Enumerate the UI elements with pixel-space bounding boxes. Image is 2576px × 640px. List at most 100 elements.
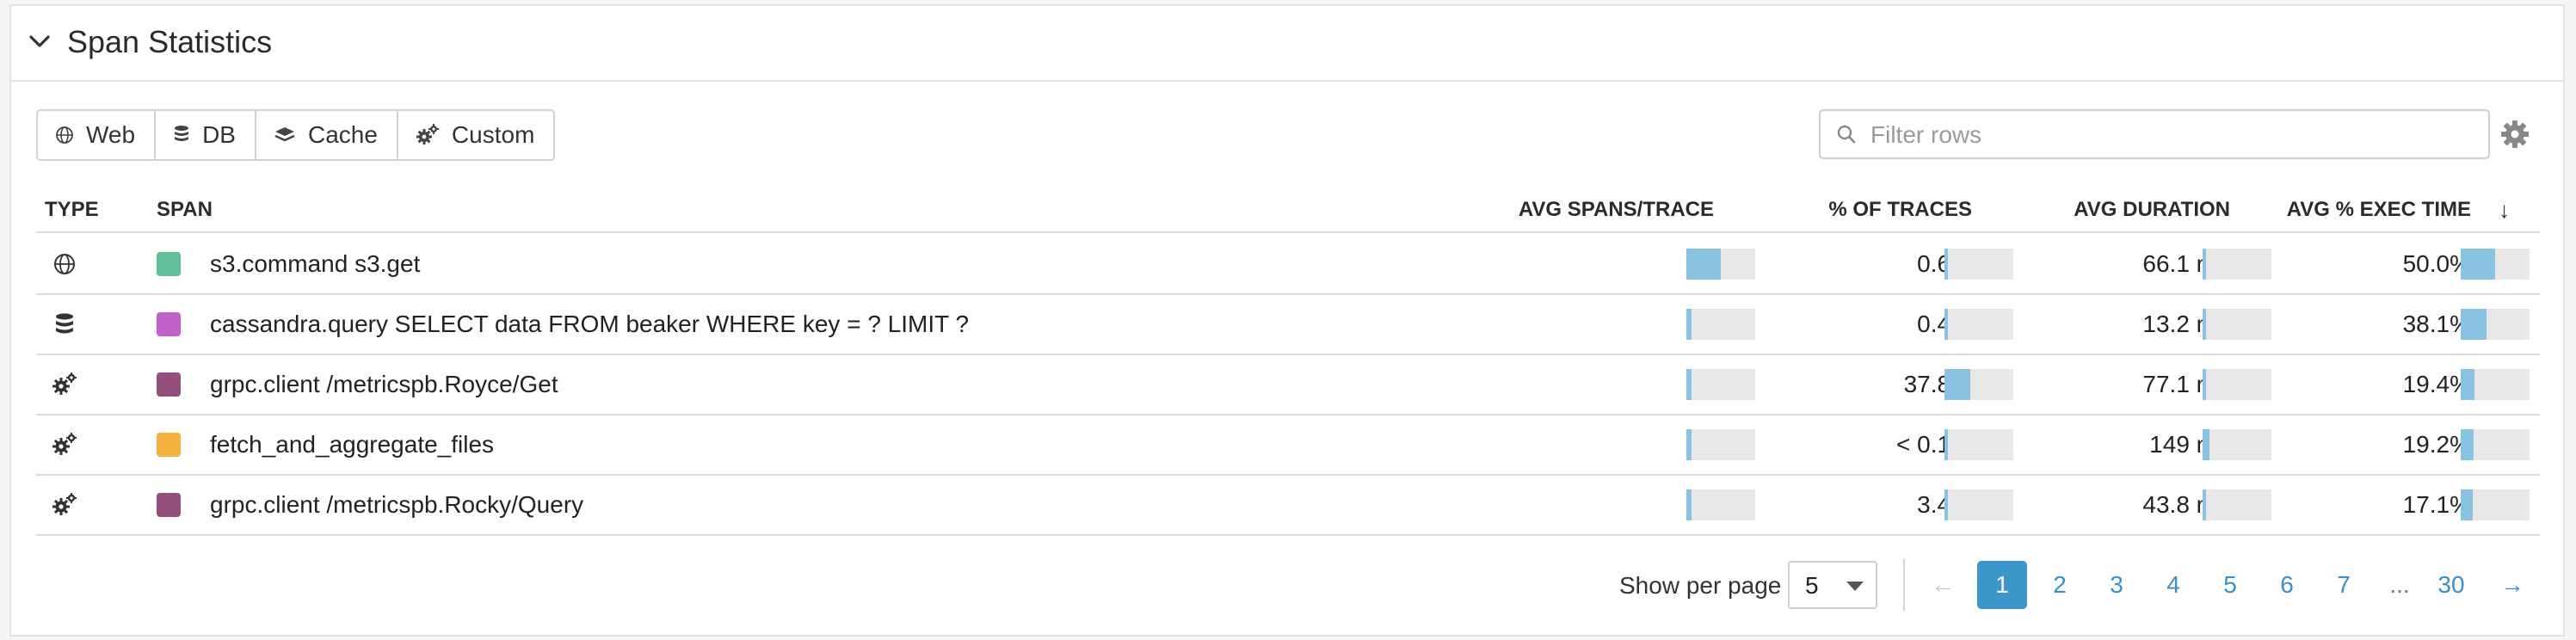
settings-gear-icon[interactable]	[2500, 120, 2530, 149]
filter-db-label: DB	[202, 121, 236, 148]
avg-exec-time-value: 17.1%	[2402, 491, 2471, 518]
pct-traces-bar-fill	[1944, 249, 1948, 280]
filter-cache-label: Cache	[307, 121, 378, 148]
globe-icon	[54, 254, 75, 274]
column-header-type: TYPE	[45, 198, 99, 221]
collapse-chevron-icon[interactable]	[28, 29, 52, 53]
avg-exec-time-bar	[2461, 309, 2530, 340]
page-6-button[interactable]: 6	[2262, 561, 2312, 609]
pct-traces-value: 0.6%	[1714, 249, 1972, 279]
avg-duration-bar-fill	[2203, 489, 2206, 520]
cogs-icon	[52, 433, 77, 455]
service-color-swatch	[157, 493, 181, 517]
database-icon	[56, 313, 73, 334]
pagination-divider	[1903, 559, 1905, 611]
sort-arrow-icon[interactable]: ↓	[2499, 197, 2510, 223]
avg-exec-time-bar-fill	[2461, 309, 2487, 340]
filter-cache-button[interactable]: Cache	[256, 111, 398, 159]
column-header-pct-traces[interactable]: % OF TRACES	[1721, 197, 1972, 223]
header-divider	[9, 80, 2565, 82]
previous-page-button[interactable]: ←	[1926, 561, 1960, 609]
page-30-button[interactable]: 30	[2426, 561, 2476, 609]
page-1-button[interactable]: 1	[1977, 561, 2027, 609]
chevron-down-icon	[1846, 582, 1864, 591]
avg-exec-time-bar	[2461, 429, 2530, 460]
filter-web-button[interactable]: Web	[38, 111, 157, 159]
panel-title: Span Statistics	[67, 24, 273, 59]
filter-custom-label: Custom	[451, 121, 535, 148]
avg-exec-time-bar	[2461, 369, 2530, 400]
avg-spans-trace-bar-fill	[1686, 369, 1692, 400]
span-type-filter: Web DB Cache Custom	[36, 109, 556, 161]
pct-traces-value: 3.4%	[1714, 490, 1972, 520]
database-icon	[175, 126, 189, 141]
page-3-button[interactable]: 3	[2092, 561, 2142, 609]
filter-db-button[interactable]: DB	[156, 111, 256, 159]
per-page-value: 5	[1805, 572, 1819, 599]
page-5-button[interactable]: 5	[2205, 561, 2255, 609]
avg-exec-time-bar-fill	[2461, 249, 2495, 280]
avg-exec-time-bar	[2461, 249, 2530, 280]
layers-icon	[274, 127, 295, 142]
span-name[interactable]: s3.command s3.get	[210, 249, 420, 279]
column-header-span[interactable]: SPAN	[157, 197, 213, 223]
table-row[interactable]: grpc.client /metricspb.Rocky/Query 13.4% 4…	[36, 476, 2540, 534]
page-7-button[interactable]: 7	[2319, 561, 2369, 609]
avg-spans-trace-bar-fill	[1686, 489, 1692, 520]
span-name[interactable]: grpc.client /metricspb.Royce/Get	[210, 370, 558, 399]
column-header-avg-duration[interactable]: AVG DURATION	[1979, 197, 2230, 223]
avg-duration-value: 149 ms	[2149, 431, 2228, 458]
avg-exec-time-bar	[2461, 489, 2530, 520]
pct-traces-value: 37.8%	[1903, 371, 1972, 397]
service-color-swatch	[157, 312, 181, 336]
table-row[interactable]: fetch_and_aggregate_files 1 < 0.1% 149 ms 19…	[36, 415, 2540, 474]
avg-duration-bar-fill	[2203, 309, 2206, 340]
filter-custom-button[interactable]: Custom	[398, 111, 553, 159]
avg-spans-trace-value: 1	[1456, 310, 1714, 339]
pct-traces-bar-fill	[1944, 489, 1948, 520]
cogs-icon	[416, 124, 439, 145]
avg-duration-bar-fill	[2203, 429, 2209, 460]
next-page-button[interactable]: →	[2495, 561, 2530, 609]
avg-spans-trace-value: 1	[1456, 490, 1714, 520]
avg-exec-time-bar-fill	[2461, 369, 2474, 400]
header-divider-line	[36, 231, 2540, 233]
column-header-avg-exec-time[interactable]: AVG % EXEC TIME	[2220, 197, 2471, 223]
table-row[interactable]: s3.command s3.get 70.6% 66.1 ms 50.0%	[36, 235, 2540, 293]
avg-spans-trace-value: 7	[1456, 249, 1714, 279]
avg-duration-value: 66.1 ms	[2142, 250, 2228, 277]
avg-duration-value: 13.2 ms	[2142, 311, 2228, 337]
avg-spans-trace-bar-fill	[1686, 429, 1692, 460]
avg-spans-trace-value: 1	[1456, 370, 1714, 399]
span-statistics-panel: Span Statistics Web DB Cache Custom Filt…	[0, 0, 2576, 640]
page-4-button[interactable]: 4	[2148, 561, 2198, 609]
avg-duration-bar-fill	[2203, 249, 2206, 280]
search-icon	[1837, 125, 1856, 144]
span-name[interactable]: cassandra.query SELECT data FROM beaker …	[210, 310, 969, 339]
per-page-label: Show per page	[1619, 572, 1782, 599]
filter-rows-box	[1819, 109, 2490, 159]
avg-exec-time-value: 50.0%	[2402, 250, 2471, 277]
avg-exec-time-value: 19.4%	[2402, 371, 2471, 397]
avg-exec-time-bar-fill	[2461, 429, 2474, 460]
column-header-avg-spans-trace[interactable]: AVG SPANS/TRACE	[1463, 197, 1714, 223]
per-page-select[interactable]: 5	[1788, 561, 1877, 609]
globe-icon	[56, 126, 73, 144]
service-color-swatch	[157, 433, 181, 457]
avg-exec-time-value: 19.2%	[2402, 431, 2471, 458]
cogs-icon	[52, 372, 77, 395]
pagination-ellipsis: ...	[2389, 571, 2410, 598]
page-2-button[interactable]: 2	[2035, 561, 2085, 609]
avg-spans-trace-value: 1	[1456, 430, 1714, 459]
pct-traces-bar-fill	[1944, 429, 1948, 460]
service-color-swatch	[157, 252, 181, 276]
span-name[interactable]: fetch_and_aggregate_files	[210, 430, 494, 459]
avg-exec-time-value: 38.1%	[2402, 311, 2471, 337]
filter-rows-input[interactable]	[1869, 118, 2474, 152]
avg-duration-value: 43.8 ms	[2142, 491, 2228, 518]
table-row[interactable]: cassandra.query SELECT data FROM beaker …	[36, 295, 2540, 354]
service-color-swatch	[157, 372, 181, 397]
span-name[interactable]: grpc.client /metricspb.Rocky/Query	[210, 490, 583, 520]
pct-traces-value: < 0.1%	[1896, 431, 1972, 458]
table-row[interactable]: grpc.client /metricspb.Royce/Get 1 37.8% 77…	[36, 355, 2540, 414]
